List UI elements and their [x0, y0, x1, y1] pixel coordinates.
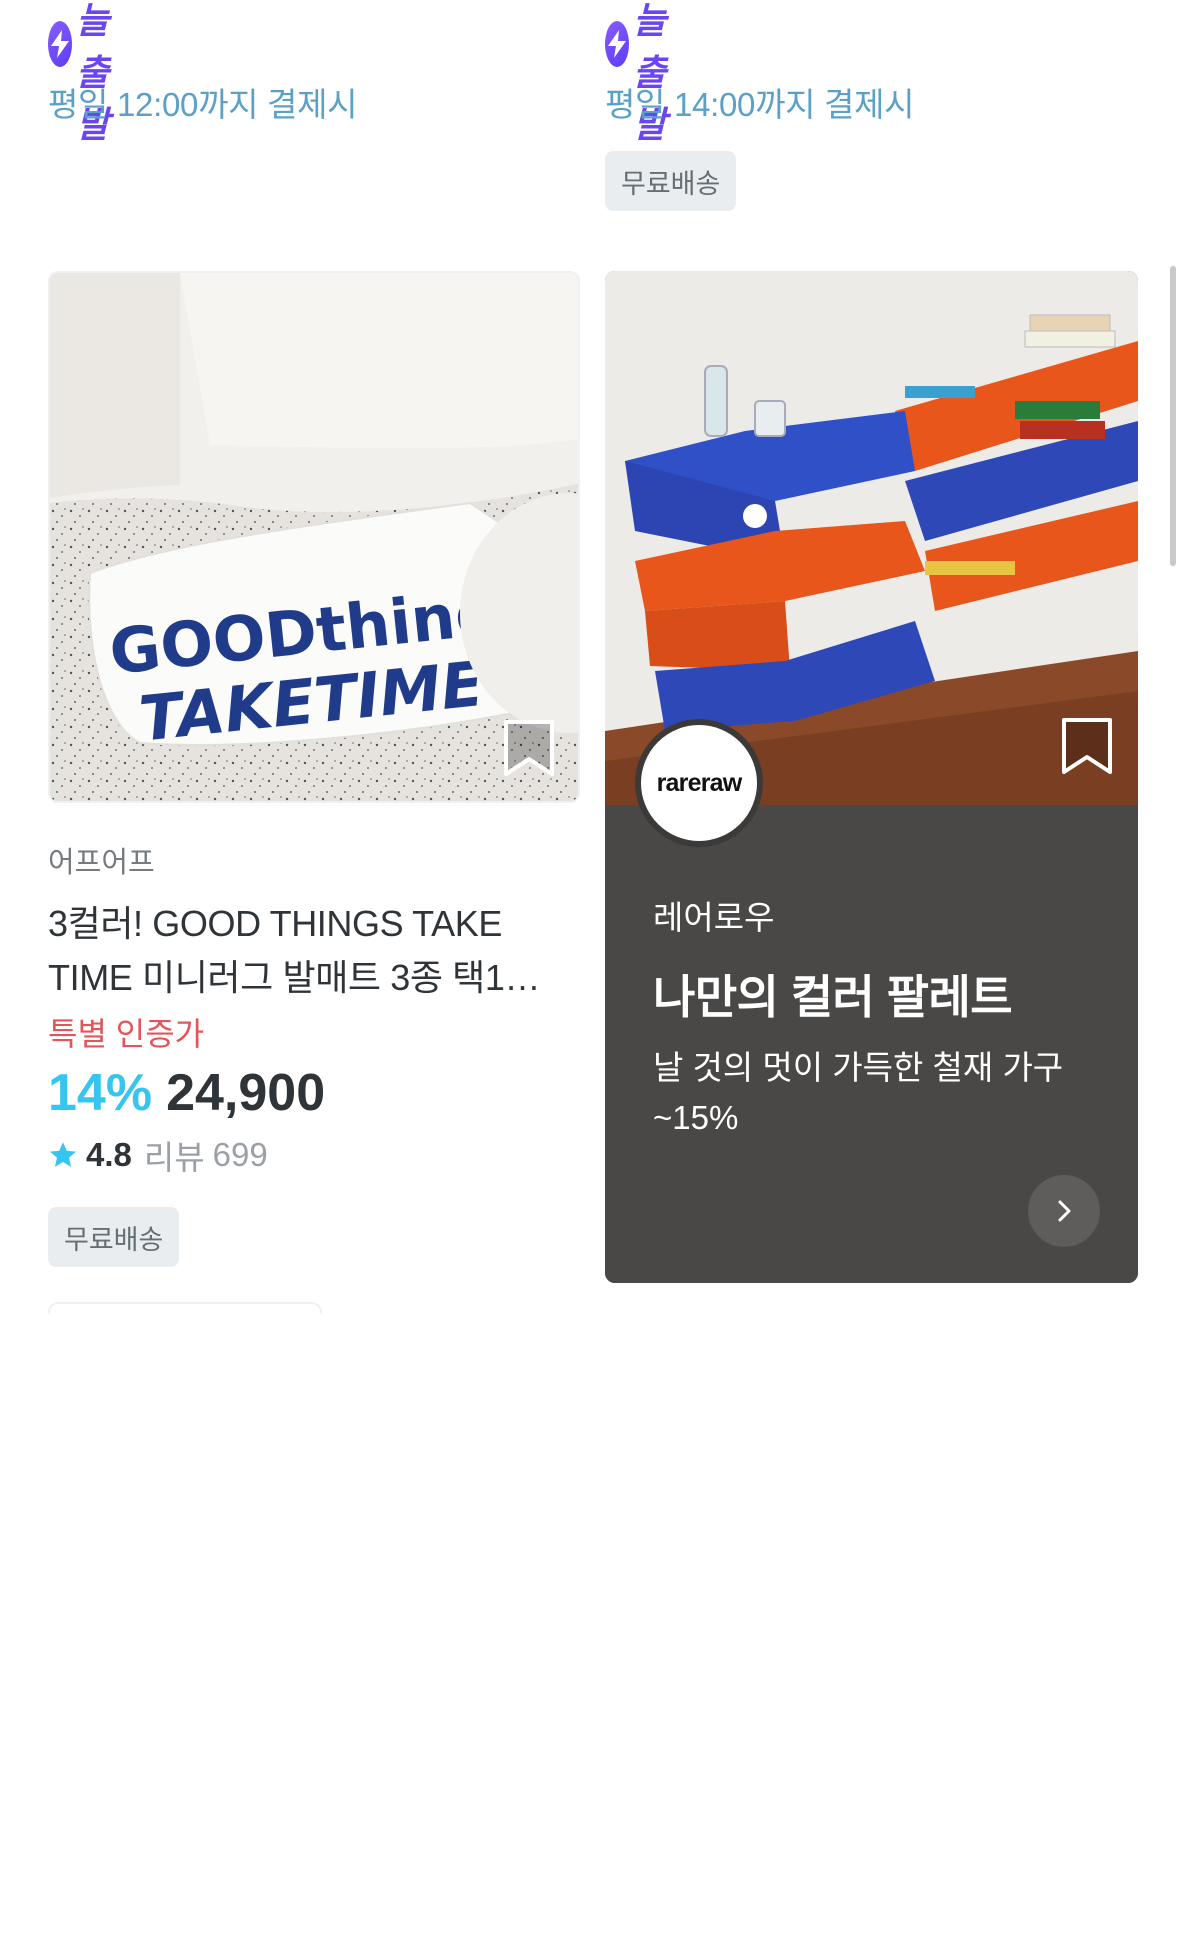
rating-value: 4.8 — [86, 1136, 132, 1173]
app-page: 오늘출발 평일 12:00까지 결제시 오늘출발 평일 14:00까지 결제시 … — [0, 0, 1179, 1942]
promo-title: 나만의 컬러 팔레트 — [653, 971, 1013, 1023]
promo-brand: 레어로우 — [653, 899, 775, 936]
price-row: 14% 24,900 — [48, 1063, 580, 1123]
rating-row: 4.8 리뷰 699 — [48, 1131, 580, 1179]
product-name[interactable]: 3컬러! GOOD THINGS TAKE TIME 미니러그 발매트 3종 택… — [48, 897, 580, 1005]
promo-description: 날 것의 멋이 가득한 철재 가구 ~15% — [653, 1049, 1064, 1136]
product-image[interactable]: GOODthings TAKETIME — [48, 271, 580, 803]
discount-rate: 14% — [48, 1064, 153, 1122]
lightning-icon — [605, 21, 629, 67]
deadline-text: 평일 14:00까지 결제시 — [605, 86, 915, 123]
free-shipping-badge: 무료배송 — [48, 1207, 180, 1267]
scrollbar[interactable] — [1170, 266, 1176, 566]
today-shipping-row: 오늘출발 — [48, 0, 130, 145]
chevron-right-icon[interactable] — [1028, 1175, 1100, 1247]
lightning-icon — [48, 21, 72, 67]
promo-card[interactable]: rareraw 레어로우 나만의 컬러 팔레트 날 것의 멋이 가득한 철재 가… — [605, 271, 1138, 1283]
deadline-text: 평일 12:00까지 결제시 — [48, 86, 358, 123]
special-price-label: 특별 인증가 — [48, 1016, 205, 1052]
free-shipping-badge: 무료배송 — [605, 151, 737, 211]
brand-logo: rareraw — [635, 719, 763, 847]
product-price: 24,900 — [166, 1064, 326, 1122]
product-card[interactable]: GOODthings TAKETIME 어프어프 3컬러! GOOD THING… — [48, 271, 580, 1267]
review-count: 699 — [212, 1136, 268, 1173]
next-badge-partial — [48, 1302, 322, 1314]
review-label: 리뷰 — [143, 1139, 205, 1176]
product-brand: 어프어프 — [48, 847, 155, 879]
today-shipping-row: 오늘출발 — [605, 0, 687, 145]
star-icon — [50, 1142, 76, 1167]
bookmark-icon[interactable] — [500, 719, 558, 777]
bookmark-icon[interactable] — [1058, 717, 1116, 775]
